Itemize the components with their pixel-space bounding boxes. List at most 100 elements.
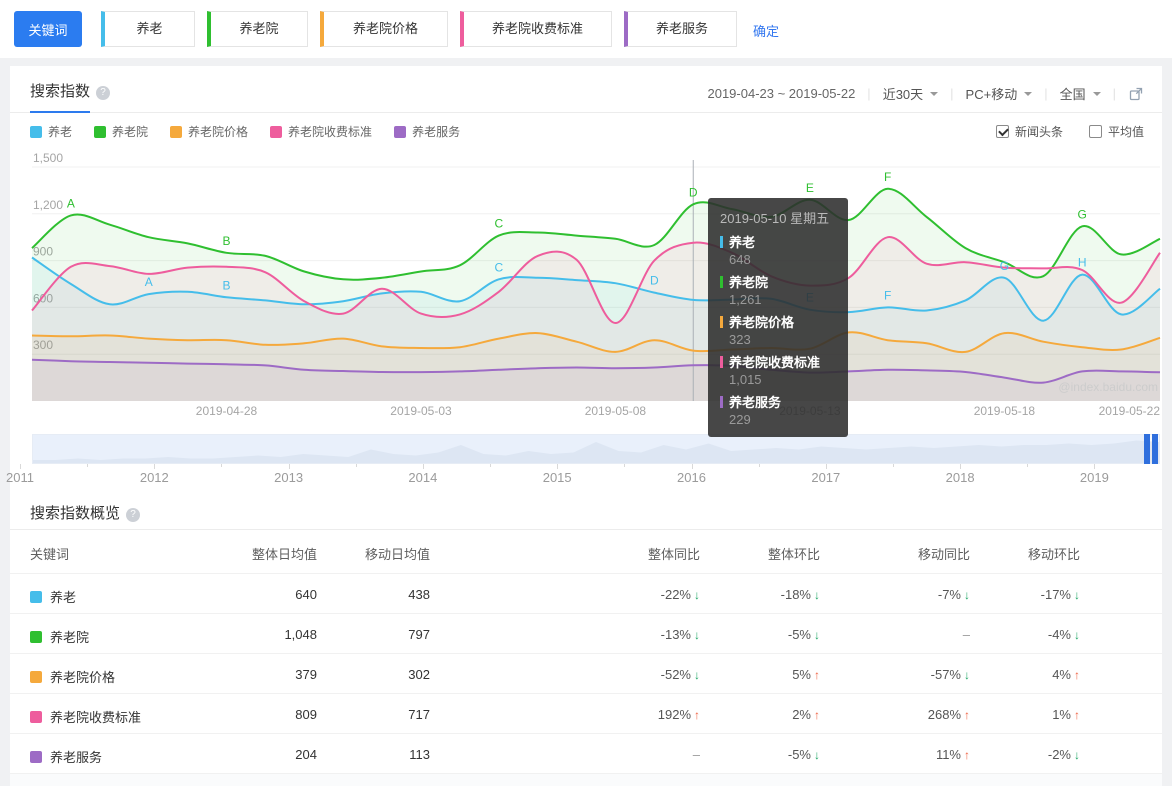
table-row[interactable]: 养老 640 438 -22% ↓ -18% ↓ -7% ↓ -17% ↓ <box>10 573 1162 613</box>
chevron-down-icon <box>1024 91 1033 100</box>
legend-item[interactable]: 养老 <box>30 123 72 140</box>
confirm-link[interactable]: 确定 <box>753 21 779 40</box>
down-arrow-icon: ↓ <box>814 588 820 602</box>
svg-text:B: B <box>222 234 230 248</box>
value-cell: 717 <box>408 707 430 722</box>
percent-cell: 268% ↑ <box>927 707 970 722</box>
chart-toggles: 新闻头条 平均值 <box>995 123 1144 140</box>
slider-unselected-overlay <box>33 435 1144 463</box>
filter-label: 近30天 <box>882 87 924 102</box>
tab-search-index[interactable]: 搜索指数? <box>30 80 111 101</box>
filter-device[interactable]: PC+移动 <box>966 84 1033 103</box>
keyword-cell[interactable]: 养老院价格 <box>30 667 115 686</box>
keyword-label-button[interactable]: 关键词 <box>14 11 82 47</box>
percent-cell: -5% ↓ <box>787 747 820 762</box>
slider-tick <box>557 464 559 469</box>
keyword-swatch <box>30 670 42 683</box>
slider-tick <box>1027 464 1029 467</box>
value-cell: 809 <box>295 707 317 722</box>
tooltip-color-bar <box>720 355 723 368</box>
percent-cell: 5% ↑ <box>792 667 820 682</box>
legend-swatch <box>270 125 283 138</box>
slider-handle-right[interactable] <box>1152 434 1158 464</box>
value-cell: 204 <box>295 747 317 762</box>
tooltip-series-name: 养老服务 <box>720 392 836 411</box>
tooltip-item: 养老院收费标准 1,015 <box>720 352 836 387</box>
keyword-bar: 关键词 养老 养老院 养老院价格 养老院收费标准 养老服务 确定 <box>0 0 1172 58</box>
down-arrow-icon: ↓ <box>964 588 970 602</box>
down-arrow-icon: ↓ <box>694 628 700 642</box>
date-range: 2019-04-23 ~ 2019-05-22 <box>707 86 856 101</box>
slider-tick <box>154 464 156 469</box>
tooltip-series-value: 323 <box>729 332 751 347</box>
column-header: 移动日均值 <box>364 547 430 562</box>
keyword-tag[interactable]: 养老 <box>101 11 195 47</box>
slider-handle-left[interactable] <box>1144 434 1150 464</box>
svg-text:G: G <box>1000 259 1009 273</box>
tooltip-series-name: 养老院价格 <box>720 312 836 331</box>
legend-item[interactable]: 养老服务 <box>394 123 460 140</box>
help-icon[interactable]: ? <box>96 86 111 100</box>
svg-text:2019-05-22: 2019-05-22 <box>1099 404 1161 418</box>
table-row[interactable]: 养老院 1,048 797 -13% ↓ -5% ↓ – -4% ↓ <box>10 613 1162 653</box>
percent-cell: 192% ↑ <box>657 707 700 722</box>
keyword-tag[interactable]: 养老院价格 <box>320 11 448 47</box>
checkbox-icon[interactable] <box>1088 125 1102 138</box>
keyword-cell[interactable]: 养老院收费标准 <box>30 707 141 726</box>
legend-item[interactable]: 养老院收费标准 <box>270 123 372 140</box>
tooltip-series-value: 1,015 <box>729 372 762 387</box>
table-row[interactable]: 养老院价格 379 302 -52% ↓ 5% ↑ -57% ↓ 4% ↑ <box>10 653 1162 693</box>
filter-time-range[interactable]: 近30天 <box>882 84 939 103</box>
toggle-checked[interactable]: 新闻头条 <box>995 123 1063 140</box>
value-cell: 379 <box>295 667 317 682</box>
toggle-unchecked[interactable]: 平均值 <box>1088 123 1144 140</box>
percent-cell: -13% ↓ <box>660 627 700 642</box>
svg-text:H: H <box>1078 256 1087 270</box>
legend-label: 养老院 <box>112 125 149 139</box>
legend-swatch <box>394 125 407 138</box>
tooltip-series-name: 养老院收费标准 <box>720 352 836 371</box>
percent-cell: -18% ↓ <box>780 587 820 602</box>
legend-item[interactable]: 养老院价格 <box>170 123 248 140</box>
open-external-icon[interactable] <box>1128 86 1144 102</box>
percent-cell: -7% ↓ <box>937 587 970 602</box>
help-icon[interactable]: ? <box>126 508 141 522</box>
header-divider <box>10 112 1162 113</box>
tooltip-date: 2019-05-10 星期五 <box>720 211 830 226</box>
overview-title-text: 搜索指数概览 <box>30 505 121 522</box>
up-arrow-icon: ↑ <box>964 748 970 762</box>
slider-tick <box>691 464 693 469</box>
overview-table-footer <box>10 773 1162 786</box>
slider-tick <box>288 464 290 469</box>
keyword-name: 养老服务 <box>50 750 103 765</box>
checkbox-icon[interactable] <box>995 125 1009 138</box>
search-index-panel: 搜索指数? 2019-04-23 ~ 2019-05-22 | 近30天 | P… <box>6 66 1162 786</box>
legend-swatch <box>94 125 107 138</box>
year-label: 2012 <box>139 470 169 485</box>
keyword-cell[interactable]: 养老服务 <box>30 747 102 766</box>
slider-tick <box>825 464 827 469</box>
tab-label: 搜索指数 <box>30 83 91 100</box>
keyword-cell[interactable]: 养老院 <box>30 627 89 646</box>
filter-region[interactable]: 全国 <box>1060 84 1101 103</box>
table-row[interactable]: 养老院收费标准 809 717 192% ↑ 2% ↑ 268% ↑ 1% ↑ <box>10 693 1162 733</box>
up-arrow-icon: ↑ <box>1074 708 1080 722</box>
down-arrow-icon: ↓ <box>694 668 700 682</box>
keyword-tag[interactable]: 养老院 <box>207 11 308 47</box>
legend-label: 养老院收费标准 <box>288 125 373 139</box>
keyword-swatch <box>30 710 42 723</box>
year-label: 2017 <box>811 470 841 485</box>
legend-item[interactable]: 养老院 <box>94 123 148 140</box>
keyword-cell[interactable]: 养老 <box>30 587 76 606</box>
down-arrow-icon: ↓ <box>1074 628 1080 642</box>
percent-cell: – <box>962 627 970 642</box>
table-row[interactable]: 养老服务 204 113 – -5% ↓ 11% ↑ -2% ↓ <box>10 733 1162 773</box>
search-index-chart[interactable]: 3006009001,2001,500ABCDEFGABCDEFGH2019-0… <box>10 148 1162 438</box>
percent-cell: -52% ↓ <box>660 667 700 682</box>
down-arrow-icon: ↓ <box>694 588 700 602</box>
time-range-slider[interactable] <box>32 434 1160 464</box>
up-arrow-icon: ↑ <box>814 708 820 722</box>
keyword-tag[interactable]: 养老院收费标准 <box>460 11 612 47</box>
keyword-tag[interactable]: 养老服务 <box>624 11 737 47</box>
column-header: 整体同比 <box>647 547 700 562</box>
